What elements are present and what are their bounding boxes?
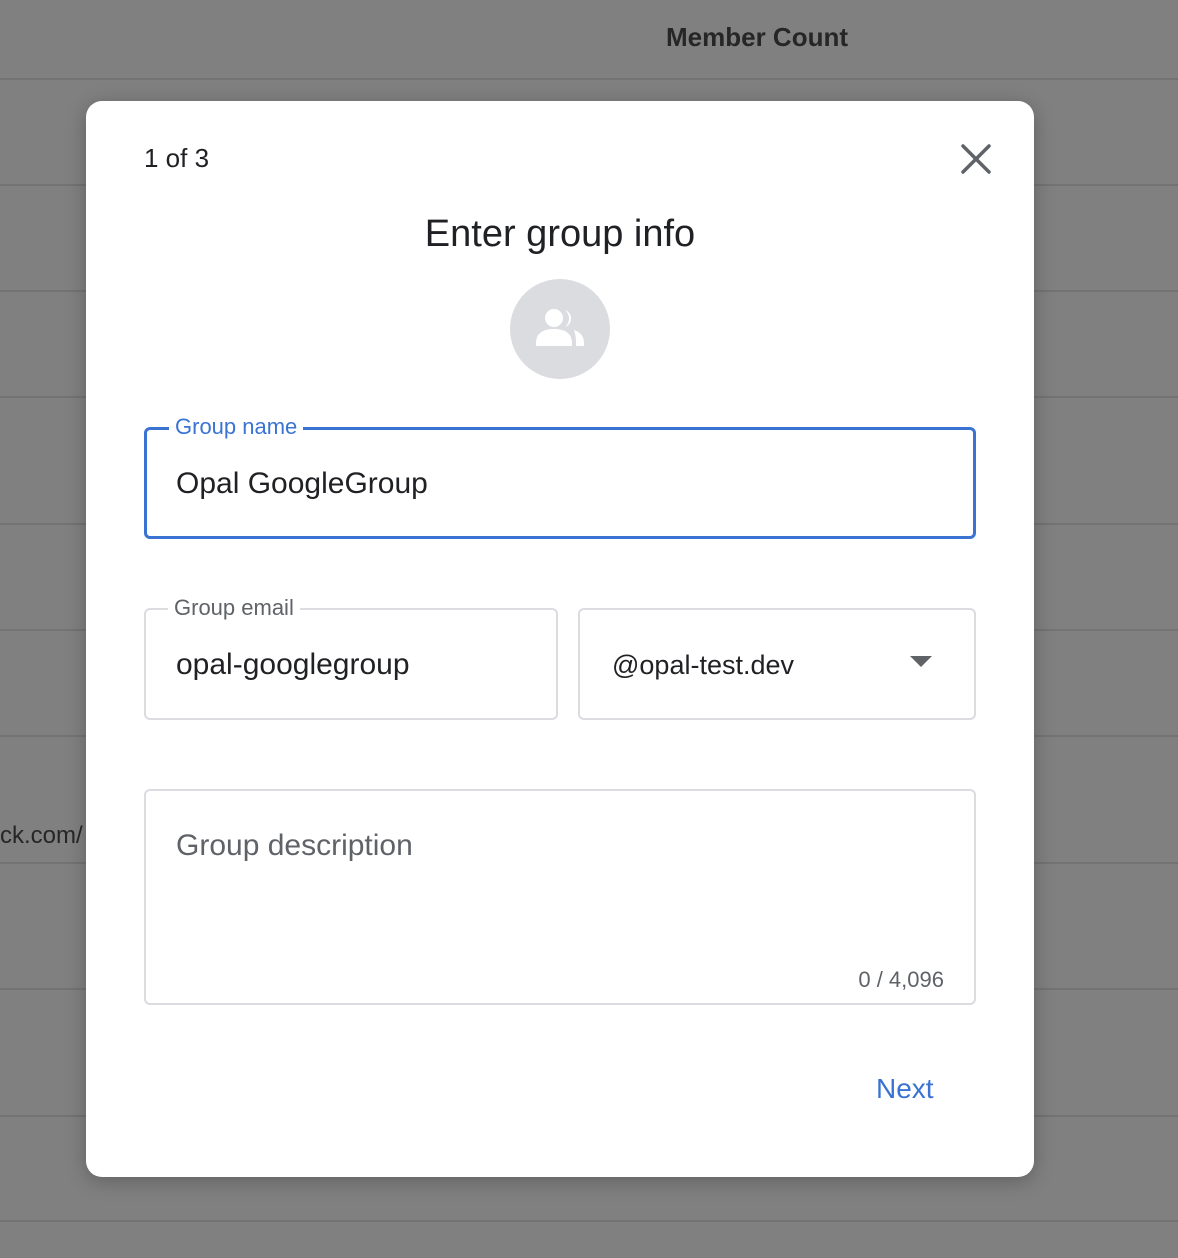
group-name-input[interactable]: Opal GoogleGroup [176,467,428,501]
group-email-input[interactable]: opal-googlegroup [176,648,410,682]
group-email-label: Group email [168,596,300,620]
close-icon [961,144,991,174]
character-counter: 0 / 4,096 [858,967,944,992]
domain-select[interactable]: @opal-test.dev [578,608,976,720]
dropdown-arrow-icon [910,656,932,667]
table-row-divider [0,1220,1178,1222]
group-avatar [510,279,610,379]
group-description-placeholder: Group description [176,829,413,862]
table-cell-link-fragment: ck.com/ [0,822,83,849]
domain-selected-value: @opal-test.dev [612,650,794,680]
close-button[interactable] [954,137,998,181]
group-description-field[interactable]: Group description 0 / 4,096 [144,789,976,1005]
group-email-field[interactable]: Group email opal-googlegroup [144,596,558,720]
step-indicator: 1 of 3 [144,143,210,173]
column-header-member-count: Member Count [666,22,848,52]
group-name-label: Group name [169,415,304,439]
next-button[interactable]: Next [876,1073,934,1105]
create-group-dialog: 1 of 3 Enter group info Group name Opal … [86,101,1034,1177]
group-name-field[interactable]: Group name Opal GoogleGroup [144,415,976,539]
group-icon [536,309,584,346]
dialog-title: Enter group info [424,213,696,255]
table-row-divider [0,78,1178,80]
